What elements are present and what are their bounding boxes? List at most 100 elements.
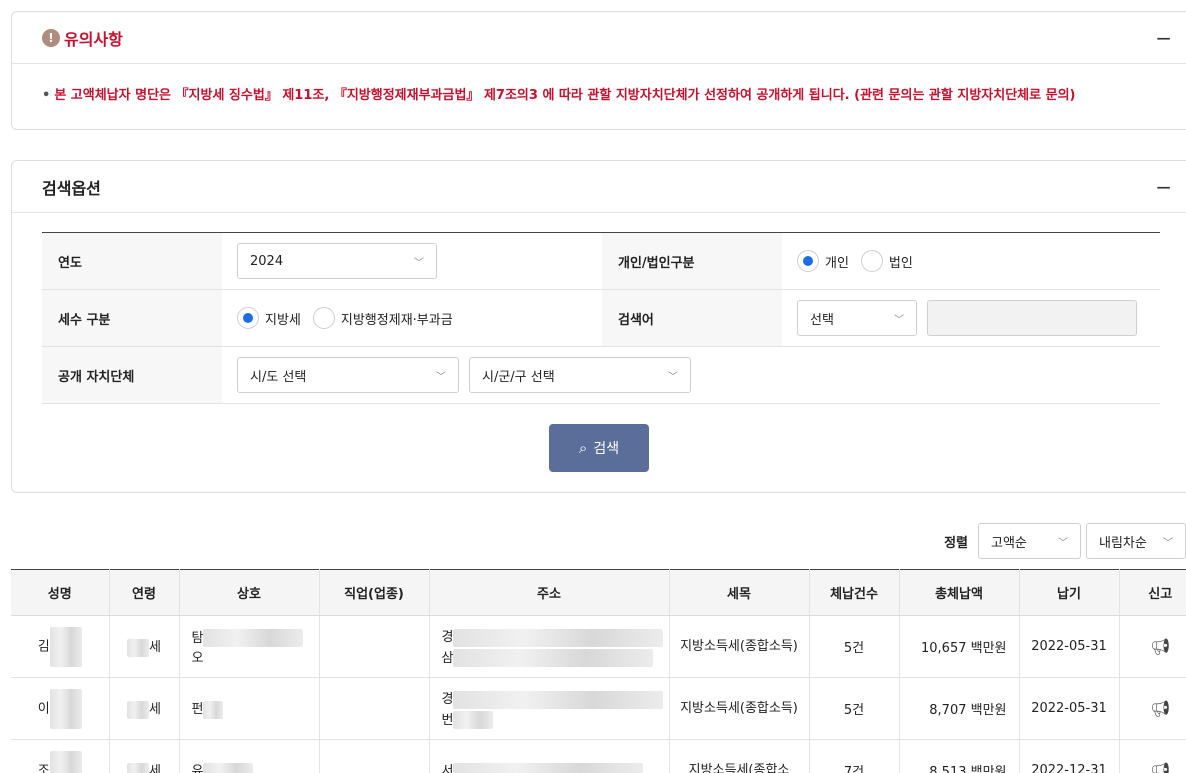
redacted-block xyxy=(127,638,150,657)
col-tax-item[interactable]: 세목 xyxy=(668,569,809,616)
table-row: 조 세 유 서 지방소득세(종합소 7건 8,513 백만원 2022-12-3… xyxy=(11,739,1186,773)
redacted-block xyxy=(453,649,654,667)
form-row-tax-type: 세수 구분 지방세 지방행정제재·부과금 검색어 선택 ﹀ xyxy=(42,290,1160,347)
name-cell: 조 xyxy=(37,763,50,773)
job-cell xyxy=(318,739,429,773)
radio-admin-sanction[interactable]: 지방행정제재·부과금 xyxy=(312,307,453,329)
address-cell-line2: 삼 xyxy=(441,650,454,666)
radio-circle-checked xyxy=(237,307,259,329)
year-select[interactable]: 2024 ﹀ xyxy=(237,243,437,279)
col-due[interactable]: 납기 xyxy=(1018,569,1119,616)
redacted-block xyxy=(203,700,224,719)
job-cell xyxy=(318,677,429,740)
chevron-down-icon: ﹀ xyxy=(436,371,446,383)
person-type-label: 개인/법인구분 xyxy=(602,233,782,289)
col-count[interactable]: 체납건수 xyxy=(808,569,899,616)
chevron-down-icon: ﹀ xyxy=(668,371,678,383)
address-cell: 서 xyxy=(441,764,454,773)
company-cell: 유 xyxy=(191,764,204,773)
keyword-type-select[interactable]: 선택 ﹀ xyxy=(797,300,917,336)
search-form: 연도 2024 ﹀ 개인/법인구분 개인 법인 세수 구분 지방세 지방행정제재·… xyxy=(42,232,1160,404)
notice-title: 유의사항 xyxy=(64,29,123,49)
form-row-year: 연도 2024 ﹀ 개인/법인구분 개인 법인 xyxy=(42,233,1160,290)
chevron-down-icon: ﹀ xyxy=(1163,537,1173,549)
radio-circle xyxy=(860,250,883,272)
col-report[interactable]: 신고 xyxy=(1118,569,1186,616)
megaphone-icon[interactable]: 📢︎ xyxy=(1150,699,1170,718)
bullet-icon: • xyxy=(42,88,51,103)
address-cell-line2: 번 xyxy=(441,712,454,728)
radio-local-tax[interactable]: 지방세 xyxy=(237,307,301,329)
sort-order-select[interactable]: 내림차순 ﹀ xyxy=(1086,523,1186,559)
tax-type-label: 세수 구분 xyxy=(42,290,222,346)
table-row: 김 세 탐오 경삼 지방소득세(종합소득) 5건 10,657 백만원 2022… xyxy=(11,615,1186,678)
amount-cell: 8,707 백만원 xyxy=(898,677,1019,740)
redacted-block xyxy=(453,711,494,729)
due-cell: 2022-12-31 xyxy=(1018,739,1119,773)
region-label: 공개 자치단체 xyxy=(42,347,222,403)
redacted-block xyxy=(127,700,150,719)
name-cell: 이 xyxy=(37,701,50,716)
chevron-down-icon: ﹀ xyxy=(414,257,424,269)
megaphone-icon[interactable]: 📢︎ xyxy=(1150,761,1170,773)
redacted-block xyxy=(49,750,82,773)
notice-header: ! 유의사항 − xyxy=(12,12,1186,64)
company-cell: 탐 xyxy=(191,630,204,646)
company-cell: 펀 xyxy=(191,702,204,718)
search-options-title: 검색옵션 xyxy=(42,178,101,198)
col-job[interactable]: 직업(업종) xyxy=(318,569,429,616)
form-row-region: 공개 자치단체 시/도 선택 ﹀ 시/군/구 선택 ﹀ xyxy=(42,347,1160,404)
count-cell: 5건 xyxy=(808,677,899,740)
redacted-block xyxy=(203,762,254,773)
redacted-block xyxy=(453,690,664,709)
search-icon: ⌕ xyxy=(578,439,588,457)
notice-panel: ! 유의사항 − • 본 고액체납자 명단은 『지방세 징수법』 제11조, 『지… xyxy=(11,11,1186,130)
radio-corporation[interactable]: 법인 xyxy=(860,250,913,272)
amount-cell: 10,657 백만원 xyxy=(898,615,1019,678)
radio-individual[interactable]: 개인 xyxy=(797,250,849,272)
col-name[interactable]: 성명 xyxy=(11,569,109,616)
delinquent-table: 성명 연령 상호 직업(업종) 주소 세목 체납건수 총체납액 납기 신고 김 … xyxy=(11,569,1186,773)
col-age[interactable]: 연령 xyxy=(108,569,179,616)
redacted-block xyxy=(49,626,82,667)
search-options-header: 검색옵션 − xyxy=(12,161,1186,213)
count-cell: 5건 xyxy=(808,615,899,678)
age-cell: 세 xyxy=(149,702,161,718)
keyword-label: 검색어 xyxy=(602,290,782,346)
redacted-block xyxy=(203,629,304,648)
keyword-input[interactable] xyxy=(927,300,1137,336)
chevron-down-icon: ﹀ xyxy=(894,314,904,326)
sort-bar: 정렬 고액순 ﹀ 내림차순 ﹀ xyxy=(944,523,1186,559)
table-header-row: 성명 연령 상호 직업(업종) 주소 세목 체납건수 총체납액 납기 신고 xyxy=(11,569,1186,616)
radio-circle xyxy=(312,307,335,329)
table-row: 이 세 펀 경번 지방소득세(종합소득) 5건 8,707 백만원 2022-0… xyxy=(11,677,1186,740)
notice-collapse-button[interactable]: − xyxy=(1155,26,1172,50)
redacted-block xyxy=(453,762,644,773)
amount-cell: 8,513 백만원 xyxy=(898,739,1019,773)
col-address[interactable]: 주소 xyxy=(428,569,669,616)
sigungu-select[interactable]: 시/군/구 선택 ﹀ xyxy=(469,357,691,393)
job-cell xyxy=(318,615,429,678)
age-cell: 세 xyxy=(149,764,161,773)
address-cell: 경 xyxy=(441,630,454,645)
tax-item-cell: 지방소득세(종합소 xyxy=(668,739,809,773)
tax-item-cell: 지방소득세(종합소득) xyxy=(668,677,809,740)
search-button[interactable]: ⌕ 검색 xyxy=(549,424,649,472)
sido-select[interactable]: 시/도 선택 ﹀ xyxy=(237,357,459,393)
col-company[interactable]: 상호 xyxy=(178,569,319,616)
due-cell: 2022-05-31 xyxy=(1018,615,1119,678)
count-cell: 7건 xyxy=(808,739,899,773)
tax-item-cell: 지방소득세(종합소득) xyxy=(668,615,809,678)
due-cell: 2022-05-31 xyxy=(1018,677,1119,740)
redacted-block xyxy=(127,762,150,773)
megaphone-icon[interactable]: 📢︎ xyxy=(1150,637,1170,656)
address-cell: 경 xyxy=(441,692,454,707)
col-amount[interactable]: 총체납액 xyxy=(898,569,1019,616)
age-cell: 세 xyxy=(149,640,161,656)
name-cell: 김 xyxy=(37,639,50,654)
sort-field-select[interactable]: 고액순 ﹀ xyxy=(978,523,1081,559)
company-cell-line2: 오 xyxy=(191,651,204,667)
notice-text-line: • 본 고액체납자 명단은 『지방세 징수법』 제11조, 『지방행정제재부과금법… xyxy=(12,64,1186,103)
search-collapse-button[interactable]: − xyxy=(1155,175,1172,199)
redacted-block xyxy=(49,688,82,729)
